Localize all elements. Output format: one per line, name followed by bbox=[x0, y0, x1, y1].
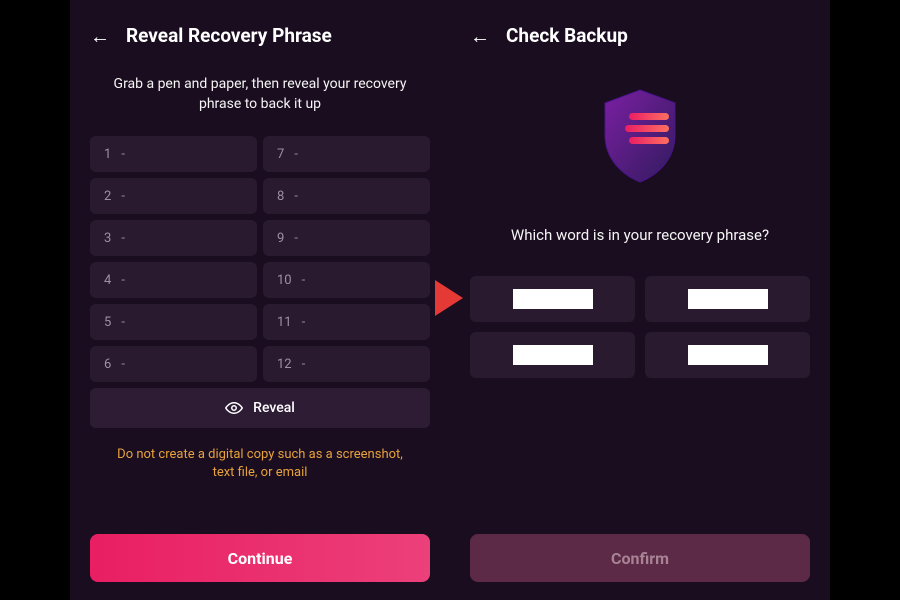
word-slot: 1- bbox=[90, 136, 257, 172]
word-option[interactable] bbox=[645, 276, 810, 322]
word-slot: 5- bbox=[90, 304, 257, 340]
word-value: - bbox=[294, 147, 298, 162]
warning-text: Do not create a digital copy such as a s… bbox=[114, 446, 406, 482]
word-number: 6 bbox=[104, 357, 111, 372]
word-option[interactable] bbox=[645, 332, 810, 378]
word-number: 11 bbox=[277, 315, 292, 330]
flow-arrow-icon bbox=[435, 280, 463, 316]
word-number: 10 bbox=[277, 273, 292, 288]
word-slot: 8- bbox=[263, 178, 430, 214]
word-slot: 12- bbox=[263, 346, 430, 382]
word-value: - bbox=[121, 273, 125, 288]
word-value: - bbox=[121, 231, 125, 246]
redacted-word bbox=[688, 289, 768, 309]
reveal-phrase-screen: ← Reveal Recovery Phrase Grab a pen and … bbox=[70, 0, 450, 600]
back-arrow-icon[interactable]: ← bbox=[470, 26, 490, 46]
page-title: Check Backup bbox=[506, 24, 628, 47]
confirm-label: Confirm bbox=[611, 549, 669, 568]
word-number: 5 bbox=[104, 315, 111, 330]
word-value: - bbox=[302, 273, 306, 288]
word-value: - bbox=[302, 357, 306, 372]
recovery-words-grid: 1-7-2-8-3-9-4-10-5-11-6-12- bbox=[90, 136, 430, 382]
word-options-grid bbox=[470, 276, 810, 378]
word-slot: 11- bbox=[263, 304, 430, 340]
confirm-button[interactable]: Confirm bbox=[470, 534, 810, 582]
word-value: - bbox=[302, 315, 306, 330]
shield-illustration bbox=[470, 85, 810, 185]
word-value: - bbox=[121, 315, 125, 330]
word-number: 8 bbox=[277, 189, 284, 204]
word-value: - bbox=[121, 147, 125, 162]
word-slot: 7- bbox=[263, 136, 430, 172]
back-arrow-icon[interactable]: ← bbox=[90, 26, 110, 46]
instruction-text: Grab a pen and paper, then reveal your r… bbox=[110, 75, 410, 114]
word-number: 2 bbox=[104, 189, 111, 204]
redacted-word bbox=[688, 345, 768, 365]
check-backup-screen: ← Check Backup bbox=[450, 0, 830, 600]
page-title: Reveal Recovery Phrase bbox=[126, 24, 332, 47]
eye-icon bbox=[225, 399, 243, 417]
word-option[interactable] bbox=[470, 332, 635, 378]
word-option[interactable] bbox=[470, 276, 635, 322]
reveal-label: Reveal bbox=[253, 400, 295, 416]
word-value: - bbox=[121, 189, 125, 204]
word-slot: 9- bbox=[263, 220, 430, 256]
redacted-word bbox=[513, 289, 593, 309]
question-text: Which word is in your recovery phrase? bbox=[470, 225, 810, 246]
continue-label: Continue bbox=[228, 549, 293, 568]
redacted-word bbox=[513, 345, 593, 365]
word-number: 1 bbox=[104, 147, 111, 162]
header: ← Reveal Recovery Phrase bbox=[90, 24, 430, 47]
word-slot: 6- bbox=[90, 346, 257, 382]
word-slot: 2- bbox=[90, 178, 257, 214]
continue-button[interactable]: Continue bbox=[90, 534, 430, 582]
word-slot: 3- bbox=[90, 220, 257, 256]
header: ← Check Backup bbox=[470, 24, 810, 47]
word-number: 7 bbox=[277, 147, 284, 162]
word-value: - bbox=[294, 231, 298, 246]
word-slot: 10- bbox=[263, 262, 430, 298]
word-value: - bbox=[294, 189, 298, 204]
word-slot: 4- bbox=[90, 262, 257, 298]
word-number: 4 bbox=[104, 273, 111, 288]
word-number: 9 bbox=[277, 231, 284, 246]
word-value: - bbox=[121, 357, 125, 372]
reveal-button[interactable]: Reveal bbox=[90, 388, 430, 428]
word-number: 3 bbox=[104, 231, 111, 246]
word-number: 12 bbox=[277, 357, 292, 372]
